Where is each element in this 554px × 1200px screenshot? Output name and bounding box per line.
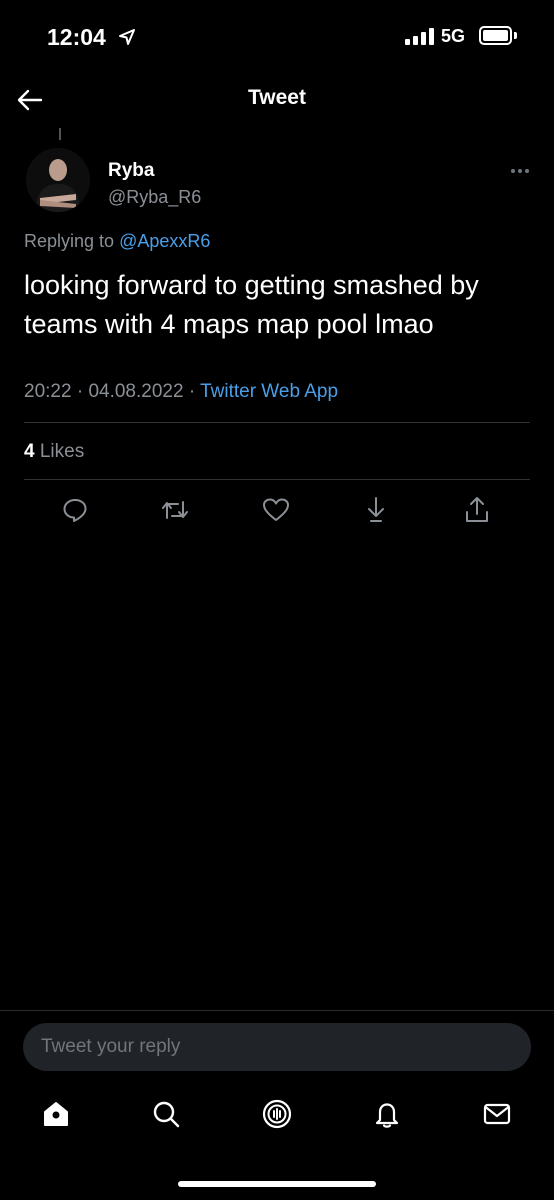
bookmark-download-icon <box>362 495 390 525</box>
page-title: Tweet <box>248 86 306 109</box>
tab-messages[interactable] <box>477 1094 517 1134</box>
meta-separator: · <box>188 381 196 402</box>
notifications-bell-icon <box>372 1099 402 1129</box>
reply-input[interactable] <box>23 1023 531 1071</box>
like-button[interactable] <box>259 493 293 527</box>
tweet-meta: 20:22 · 04.08.2022 · Twitter Web App <box>24 381 338 403</box>
thread-connector-line <box>59 128 61 140</box>
like-heart-icon <box>261 496 291 524</box>
avatar[interactable] <box>26 148 90 212</box>
reply-icon <box>61 496 89 524</box>
status-bar: 12:04 5G <box>0 0 554 70</box>
signal-bars-icon <box>405 27 434 45</box>
battery-nub <box>514 32 517 39</box>
network-type: 5G <box>441 26 466 46</box>
retweet-button[interactable] <box>158 493 192 527</box>
meta-separator: · <box>76 381 84 402</box>
divider <box>24 422 530 423</box>
divider <box>24 479 530 480</box>
status-time: 12:04 <box>47 24 106 50</box>
more-dots-icon <box>511 169 515 173</box>
tab-search[interactable] <box>146 1094 186 1134</box>
more-options-button[interactable] <box>506 162 534 180</box>
search-icon <box>151 1099 181 1129</box>
tab-bar <box>0 1094 554 1142</box>
reply-button[interactable] <box>58 493 92 527</box>
tweet-date[interactable]: 04.08.2022 <box>88 381 183 402</box>
author-handle[interactable]: @Ryba_R6 <box>108 187 201 208</box>
tweet-time[interactable]: 20:22 <box>24 381 72 402</box>
bookmark-button[interactable] <box>359 493 393 527</box>
likes-label: Likes <box>39 441 85 462</box>
tab-spaces[interactable] <box>257 1094 297 1134</box>
replying-to-handle-link[interactable]: @ApexxR6 <box>119 231 210 251</box>
home-icon <box>41 1099 71 1129</box>
tab-notifications[interactable] <box>367 1094 407 1134</box>
replying-to: Replying to @ApexxR6 <box>24 231 210 252</box>
tab-home[interactable] <box>36 1094 76 1134</box>
battery-full-icon <box>479 26 512 45</box>
home-indicator <box>178 1181 376 1187</box>
author-name[interactable]: Ryba <box>108 160 154 182</box>
likes-count: 4 <box>24 441 35 462</box>
tweet-source-link[interactable]: Twitter Web App <box>200 381 338 402</box>
likes-link[interactable]: 4 Likes <box>24 441 84 463</box>
tweet-actions <box>0 493 554 529</box>
retweet-icon <box>160 496 190 524</box>
messages-envelope-icon <box>482 1099 512 1129</box>
share-icon <box>463 495 491 525</box>
location-arrow-icon <box>117 27 137 47</box>
spaces-icon <box>261 1098 293 1130</box>
share-button[interactable] <box>460 493 494 527</box>
composer-divider <box>0 1010 554 1011</box>
replying-prefix: Replying to <box>24 231 115 251</box>
header: Tweet <box>0 76 554 122</box>
tweet-text: looking forward to getting smashed by te… <box>24 270 479 339</box>
